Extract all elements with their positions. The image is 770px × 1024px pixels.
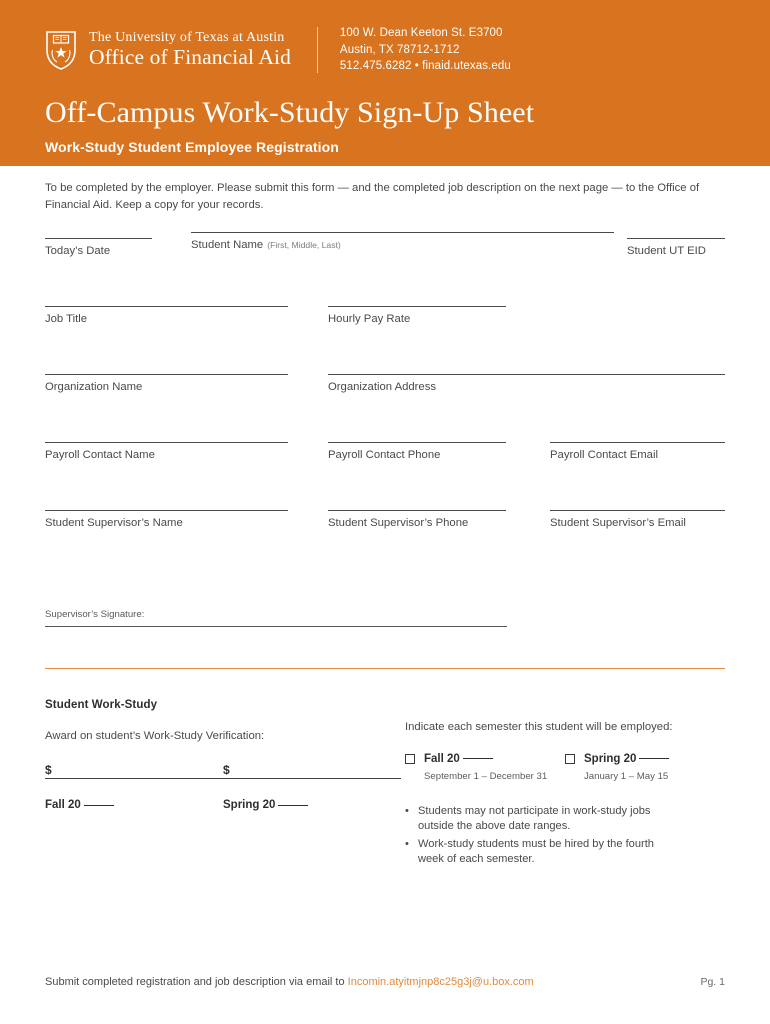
work-study-award-column: Student Work-Study Award on student’s Wo… (45, 699, 405, 870)
year-blank[interactable] (639, 758, 670, 760)
form-body: To be completed by the employer. Please … (0, 166, 770, 870)
work-study-notes: • Students may not participate in work-s… (405, 804, 725, 867)
form-row-5: Student Supervisor’s Name Student Superv… (45, 509, 725, 578)
field-student-ut-eid[interactable]: Student UT EID (627, 237, 725, 257)
field-label: Payroll Contact Phone (328, 448, 441, 461)
spring-date-range: January 1 – May 15 (584, 770, 669, 782)
field-supervisor-email[interactable]: Student Supervisor’s Email (550, 509, 725, 529)
year-blank[interactable] (278, 804, 309, 806)
semester-prompt: Indicate each semester this student will… (405, 720, 673, 733)
field-label: Student UT EID (627, 244, 706, 257)
checkbox-line[interactable]: Fall 20 (405, 753, 565, 765)
submit-instructions-text: Submit completed registration and job de… (45, 976, 348, 988)
page-footer: Submit completed registration and job de… (45, 976, 725, 988)
term-label: Spring 20 (223, 798, 276, 811)
field-label: Student Supervisor’s Phone (328, 516, 469, 529)
field-label: Organization Address (328, 380, 437, 393)
field-label: Job Title (45, 312, 88, 325)
field-label: Organization Name (45, 380, 143, 393)
header-branding: The University of Texas at Austin Office… (0, 22, 770, 78)
form-row-3: Organization Name Organization Address (45, 373, 725, 442)
currency-symbol: $ (45, 762, 52, 777)
award-amount-row: $ $ (45, 764, 405, 779)
field-label: Payroll Contact Name (45, 448, 155, 461)
work-study-section: Student Work-Study Award on student’s Wo… (45, 699, 725, 870)
field-student-name[interactable]: Student Name (First, Middle, Last) (191, 231, 614, 251)
field-label: Student Supervisor’s Email (550, 516, 686, 529)
checkbox-fall[interactable] (405, 753, 415, 764)
page-number: Pg. 1 (700, 976, 725, 988)
checkbox-line[interactable]: Spring 20 (565, 753, 725, 765)
award-term-row: Fall 20 Spring 20 (45, 795, 405, 813)
checkbox-label: Spring 20 (584, 752, 637, 765)
form-fields: Today’s Date Student Name (First, Middle,… (45, 231, 725, 578)
field-payroll-contact-name[interactable]: Payroll Contact Name (45, 441, 288, 461)
work-study-semester-column: Indicate each semester this student will… (405, 699, 725, 870)
checkbox-label: Fall 20 (424, 752, 460, 765)
field-label-text: Student Name (191, 238, 264, 251)
field-label: Hourly Pay Rate (328, 312, 411, 325)
amount-input-line: $ (45, 764, 223, 779)
field-label: Student Supervisor’s Name (45, 516, 183, 529)
field-job-title[interactable]: Job Title (45, 305, 288, 325)
department-name: Office of Financial Aid (89, 45, 291, 70)
header-divider (316, 27, 318, 73)
field-organization-address[interactable]: Organization Address (328, 373, 725, 393)
form-row-1: Today’s Date Student Name (First, Middle,… (45, 231, 725, 306)
form-row-2: Job Title Hourly Pay Rate (45, 305, 725, 374)
currency-symbol: $ (223, 762, 230, 777)
year-blank[interactable] (462, 758, 493, 760)
year-blank[interactable] (83, 804, 114, 806)
note-text: Students may not participate in work-stu… (418, 804, 651, 832)
note-text: Work-study students must be hired by the… (418, 837, 654, 865)
bullet-icon: • (405, 837, 409, 850)
amount-input-line: $ (223, 764, 401, 779)
term-label: Fall 20 (45, 798, 81, 811)
award-term-fall[interactable]: Fall 20 (45, 795, 223, 813)
checkbox-spring[interactable] (565, 753, 575, 764)
institution-name: The University of Texas at Austin (89, 29, 285, 45)
page-header: The University of Texas at Austin Office… (0, 0, 770, 166)
field-supervisor-name[interactable]: Student Supervisor’s Name (45, 509, 288, 529)
page-title: Off-Campus Work-Study Sign-Up Sheet (45, 96, 535, 129)
award-term-spring[interactable]: Spring 20 (223, 795, 401, 813)
note-item: • Work-study students must be hired by t… (405, 837, 675, 867)
submission-email-link[interactable]: Incomin.atyitmjnp8c25g3j@u.box.com (348, 976, 534, 988)
contact-address-line2: Austin, TX 78712-1712 (339, 43, 460, 56)
contact-info: 100 W. Dean Keeton St. E3700 Austin, TX … (340, 25, 511, 75)
contact-address-line1: 100 W. Dean Keeton St. E3700 (339, 26, 503, 39)
semester-spring[interactable]: Spring 20 January 1 – May 15 (565, 753, 725, 782)
award-amount-spring[interactable]: $ (223, 764, 401, 779)
field-label: Payroll Contact Email (550, 448, 658, 461)
submit-instructions: Submit completed registration and job de… (45, 976, 534, 988)
field-label: Today’s Date (45, 244, 111, 257)
field-label-hint: (First, Middle, Last) (267, 239, 341, 250)
ut-shield-logo-icon (46, 31, 76, 70)
field-todays-date[interactable]: Today’s Date (45, 237, 152, 257)
fall-date-range: September 1 – December 31 (424, 770, 548, 782)
field-payroll-contact-phone[interactable]: Payroll Contact Phone (328, 441, 506, 461)
brand-wordmark: The University of Texas at Austin Office… (89, 29, 291, 70)
work-study-heading: Student Work-Study (45, 698, 158, 711)
semester-checkbox-row: Fall 20 September 1 – December 31 Spring… (405, 753, 725, 782)
field-label: Supervisor’s Signature: (45, 608, 145, 620)
note-item: • Students may not participate in work-s… (405, 804, 675, 834)
award-amount-fall[interactable]: $ (45, 764, 223, 779)
work-study-award-label: Award on student’s Work-Study Verificati… (45, 729, 265, 742)
page-subtitle: Work-Study Student Employee Registration (45, 139, 339, 155)
field-label: Student Name (First, Middle, Last) (191, 233, 614, 251)
form-row-4: Payroll Contact Name Payroll Contact Pho… (45, 441, 725, 510)
field-supervisor-signature[interactable]: Supervisor’s Signature: (45, 600, 725, 646)
field-line (45, 625, 507, 627)
field-hourly-pay-rate[interactable]: Hourly Pay Rate (328, 305, 506, 325)
contact-phone-website: 512.475.6282 • finaid.utexas.edu (339, 60, 511, 73)
semester-fall[interactable]: Fall 20 September 1 – December 31 (405, 753, 565, 782)
field-payroll-contact-email[interactable]: Payroll Contact Email (550, 441, 725, 461)
bullet-icon: • (405, 804, 409, 817)
field-supervisor-phone[interactable]: Student Supervisor’s Phone (328, 509, 506, 529)
instructions-text: To be completed by the employer. Please … (45, 182, 700, 211)
section-divider (45, 667, 725, 669)
field-organization-name[interactable]: Organization Name (45, 373, 288, 393)
